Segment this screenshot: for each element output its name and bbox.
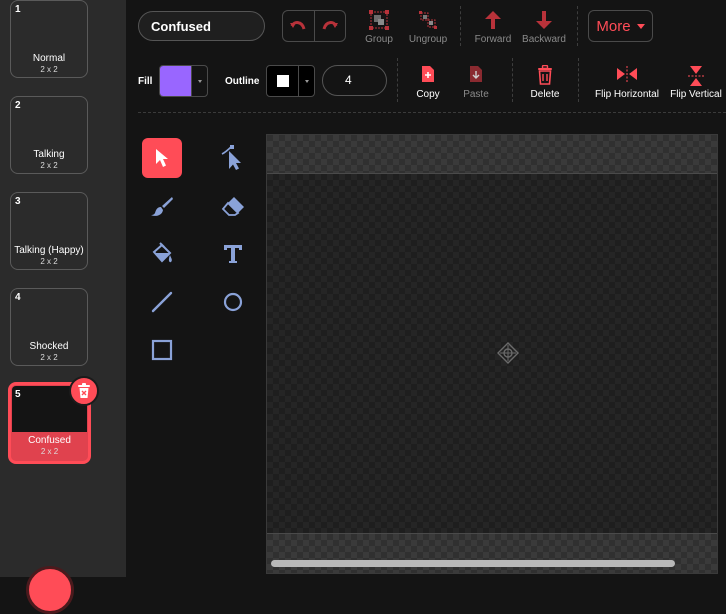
text-tool[interactable] xyxy=(213,234,253,274)
costume-item[interactable]: 4 Shocked 2 x 2 xyxy=(10,288,88,366)
more-button[interactable]: More xyxy=(588,10,653,42)
outline-width-input[interactable]: 4 xyxy=(322,65,387,96)
flip-horizontal-label: Flip Horizontal xyxy=(595,89,659,100)
costume-size: 2 x 2 xyxy=(40,65,58,74)
delete-button[interactable]: Delete xyxy=(527,65,563,100)
copy-icon xyxy=(422,66,434,82)
outline-swatch xyxy=(267,66,298,96)
paste-icon xyxy=(470,66,482,82)
costume-item[interactable]: 2 Talking 2 x 2 xyxy=(10,96,88,174)
trash-icon xyxy=(78,383,90,398)
circle-icon xyxy=(223,292,243,312)
fill-tool[interactable] xyxy=(142,234,182,274)
eraser-tool[interactable] xyxy=(213,186,253,226)
flip-vertical-icon xyxy=(688,66,704,86)
eraser-icon xyxy=(221,197,244,216)
paste-button[interactable]: Paste xyxy=(460,65,492,100)
group-label: Group xyxy=(365,34,393,45)
rectangle-tool[interactable] xyxy=(142,330,182,370)
horizontal-scrollbar[interactable] xyxy=(271,560,675,567)
ungroup-label: Ungroup xyxy=(408,34,448,45)
select-tool[interactable] xyxy=(142,138,182,178)
flip-vertical-button[interactable]: Flip Vertical xyxy=(668,65,724,100)
reshape-tool[interactable] xyxy=(213,138,253,178)
costume-name-input[interactable] xyxy=(138,11,265,41)
reshape-cursor-icon xyxy=(221,145,241,170)
costume-size: 2 x 2 xyxy=(40,161,58,170)
rectangle-icon xyxy=(151,339,173,361)
text-icon xyxy=(224,245,242,263)
redo-button[interactable] xyxy=(315,11,346,41)
fill-swatch xyxy=(160,66,191,96)
undo-button[interactable] xyxy=(283,11,315,41)
paste-label: Paste xyxy=(463,89,489,100)
flip-vertical-label: Flip Vertical xyxy=(670,89,722,100)
canvas-bleed-top xyxy=(267,135,717,174)
costume-name: Talking xyxy=(33,149,65,160)
forward-label: Forward xyxy=(474,34,512,45)
redo-icon xyxy=(322,21,338,30)
costume-number: 5 xyxy=(15,389,21,400)
outline-label: Outline xyxy=(225,76,260,87)
copy-label: Copy xyxy=(416,89,440,100)
backward-button[interactable]: Backward xyxy=(521,10,567,45)
add-costume-button[interactable] xyxy=(26,566,74,614)
chevron-down-icon xyxy=(191,66,207,96)
caret-down-icon xyxy=(636,23,645,29)
line-tool[interactable] xyxy=(142,282,182,322)
costume-item[interactable]: 1 Normal 2 x 2 xyxy=(10,0,88,78)
costume-number: 3 xyxy=(15,196,21,207)
canvas-drawing-area[interactable] xyxy=(267,174,717,533)
chevron-down-icon xyxy=(298,66,314,96)
group-icon xyxy=(369,10,389,30)
arrow-down-icon xyxy=(536,11,552,29)
arrow-cursor-icon xyxy=(156,149,168,167)
brush-icon xyxy=(151,197,173,216)
arrow-up-icon xyxy=(485,11,501,29)
circle-tool[interactable] xyxy=(213,282,253,322)
flip-horizontal-icon xyxy=(617,66,637,82)
costume-name: Talking (Happy) xyxy=(14,245,84,256)
group-button[interactable]: Group xyxy=(362,10,396,45)
costume-list: 1 Normal 2 x 2 2 Talking 2 x 2 3 Talking… xyxy=(0,0,126,614)
trash-icon xyxy=(538,65,552,85)
costume-number: 2 xyxy=(15,100,21,111)
divider xyxy=(512,58,513,102)
undo-icon xyxy=(290,21,306,30)
outline-color-picker[interactable] xyxy=(266,65,315,97)
delete-label: Delete xyxy=(530,89,560,100)
flip-horizontal-button[interactable]: Flip Horizontal xyxy=(593,65,661,100)
undo-redo-group xyxy=(282,10,346,42)
divider xyxy=(577,6,578,46)
ungroup-button[interactable]: Ungroup xyxy=(406,10,450,45)
brush-tool[interactable] xyxy=(142,186,182,226)
line-icon xyxy=(151,291,173,313)
more-label: More xyxy=(596,17,631,35)
costume-size: 2 x 2 xyxy=(40,447,59,456)
paint-bucket-icon xyxy=(152,242,172,263)
paint-canvas[interactable] xyxy=(266,134,718,574)
costume-number: 4 xyxy=(15,292,21,303)
forward-button[interactable]: Forward xyxy=(473,10,513,45)
backward-label: Backward xyxy=(522,34,566,45)
fill-color-picker[interactable] xyxy=(159,65,208,97)
canvas-bleed-bottom xyxy=(267,533,717,573)
costume-name: Shocked xyxy=(29,341,69,352)
costume-item[interactable]: 3 Talking (Happy) 2 x 2 xyxy=(10,192,88,270)
costume-number: 1 xyxy=(15,4,21,15)
ungroup-icon xyxy=(419,11,437,29)
delete-costume-button[interactable] xyxy=(69,376,99,406)
divider xyxy=(397,58,398,102)
costume-name: Normal xyxy=(32,53,66,64)
divider xyxy=(578,58,579,102)
costume-size: 2 x 2 xyxy=(40,353,58,362)
copy-button[interactable]: Copy xyxy=(412,65,444,100)
toolbar-divider xyxy=(138,112,726,113)
costume-size: 2 x 2 xyxy=(40,257,58,266)
center-crosshair-icon xyxy=(497,342,519,364)
fill-label: Fill xyxy=(138,76,153,87)
costume-name: Confused xyxy=(28,435,71,446)
divider xyxy=(460,6,461,46)
